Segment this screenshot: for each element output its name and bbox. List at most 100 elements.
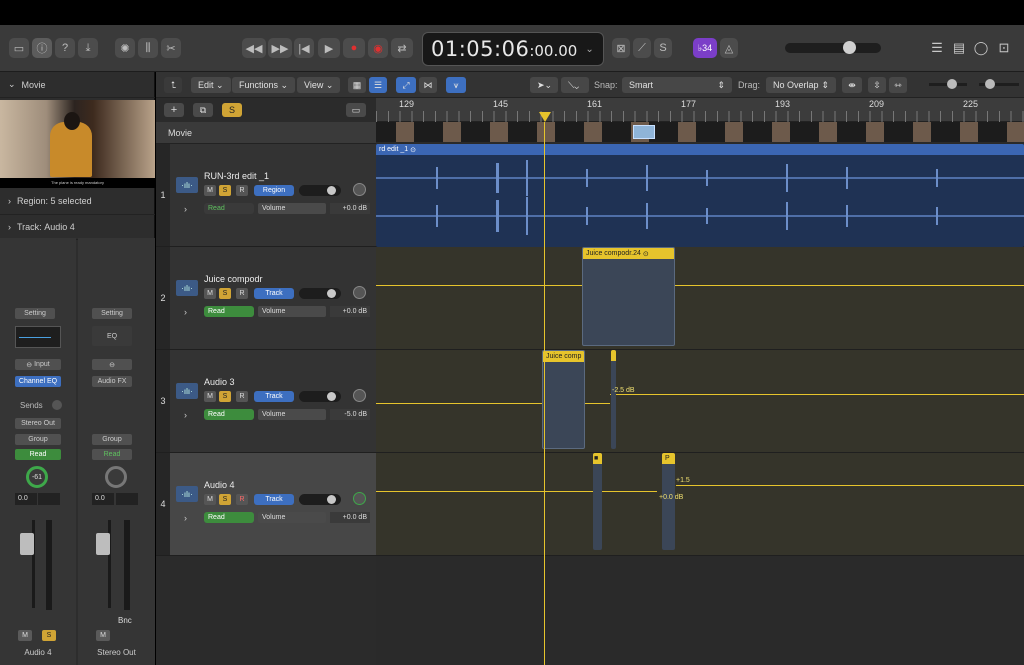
mute-button[interactable]: M <box>204 391 216 402</box>
back-icon[interactable]: ⮤ <box>164 77 182 93</box>
automation-param-select[interactable]: Volume <box>258 203 326 214</box>
pan-knob[interactable] <box>105 466 127 488</box>
track-inspector-row[interactable]: › Track: Audio 4 <box>0 215 155 240</box>
automation-param-select[interactable]: Volume <box>258 512 326 523</box>
automation-param-select[interactable]: Volume <box>258 409 326 420</box>
library-icon[interactable]: ▭ <box>9 38 29 58</box>
tuner-icon[interactable]: ⟋ <box>633 38 651 58</box>
rewind-icon[interactable]: ◀◀ <box>242 38 266 58</box>
grid-view-icon[interactable]: ▦ <box>348 77 366 93</box>
region-header[interactable]: ■ <box>593 453 602 464</box>
solo-mode-icon[interactable]: S <box>654 38 672 58</box>
flex-icon[interactable]: ⋈ <box>419 77 437 93</box>
movie-header[interactable]: ⌄ Movie <box>0 72 155 98</box>
solo-button[interactable]: S <box>42 630 56 641</box>
volume-fader[interactable] <box>96 533 110 555</box>
inspector-icon[interactable]: ⓘ <box>32 38 52 58</box>
audio-region-2[interactable]: Juice compodr.24 ⊙ <box>582 247 675 346</box>
automation-icon[interactable]: ⤢ <box>396 77 416 93</box>
pointer-tool[interactable]: ➤⌄ <box>530 77 558 93</box>
mute-button[interactable]: M <box>204 494 216 505</box>
chevron-right-icon[interactable]: › <box>184 204 187 214</box>
region-header[interactable]: rd edit _1 ⊙ <box>376 144 1024 155</box>
add-track-button[interactable]: + <box>164 103 184 117</box>
volume-slider[interactable] <box>299 288 341 299</box>
track-name[interactable]: Audio 4 <box>204 480 235 490</box>
movie-frame-selected[interactable] <box>633 125 655 139</box>
go-to-start-icon[interactable]: |◀ <box>294 38 314 58</box>
functions-menu[interactable]: Functions ⌄ <box>232 77 296 93</box>
master-volume-slider[interactable] <box>785 41 881 54</box>
mute-button[interactable]: M <box>96 630 110 641</box>
volume-slider[interactable] <box>299 391 341 402</box>
list-editors-icon[interactable]: ☰ <box>928 38 946 58</box>
count-in-button[interactable]: ♭34 <box>693 38 717 58</box>
pan-knob[interactable] <box>353 286 366 299</box>
mute-button[interactable]: M <box>18 630 32 641</box>
sends-knob[interactable] <box>52 400 62 410</box>
pan-knob[interactable]: -61 <box>26 466 48 488</box>
setting-button[interactable]: Setting <box>15 308 55 319</box>
automation-mode-button[interactable]: Track <box>254 288 294 299</box>
edit-menu[interactable]: Edit ⌄ <box>191 77 231 93</box>
browsers-icon[interactable]: ⊡ <box>995 38 1013 58</box>
snap-select[interactable]: Smart ⇕ <box>622 77 732 93</box>
ruler[interactable]: 129 145 161 177 193 209 225 <box>376 98 1024 122</box>
smart-controls-icon[interactable]: ✺ <box>115 38 135 58</box>
solo-button[interactable]: S <box>219 391 231 402</box>
automation-mode-button[interactable]: Region <box>254 185 294 196</box>
automation-read-select[interactable]: Read <box>204 409 254 420</box>
automation-read-select[interactable]: Read <box>204 306 254 317</box>
eq-thumbnail[interactable] <box>15 326 61 348</box>
lane-3[interactable]: Juice comp -2.5 dB <box>376 350 1024 453</box>
region-header[interactable]: Juice compodr.24 ⊙ <box>583 248 674 259</box>
solo-button[interactable]: S <box>219 288 231 299</box>
chevron-right-icon[interactable]: › <box>184 307 187 317</box>
group-button[interactable]: Group <box>92 434 132 445</box>
editors-icon[interactable]: ✂ <box>161 38 181 58</box>
automation-read-select[interactable]: Read <box>204 203 254 214</box>
playhead[interactable] <box>544 122 545 665</box>
automation-read-select[interactable]: Read <box>204 512 254 523</box>
lane-2[interactable]: Juice compodr.24 ⊙ <box>376 247 1024 350</box>
lane-4[interactable]: ■ P +1.5 +0.0 dB <box>376 453 1024 556</box>
waveform-zoom-icon[interactable]: ⇼ <box>842 77 862 93</box>
metronome-icon[interactable]: ◬ <box>720 38 738 58</box>
automation-mode-button[interactable]: Track <box>254 391 294 402</box>
download-icon[interactable]: ⤓ <box>78 38 98 58</box>
audio-region-4a[interactable]: ■ <box>593 453 602 550</box>
link-icon[interactable]: ⊖ <box>92 359 132 370</box>
play-icon[interactable]: ▶ <box>318 38 340 58</box>
fast-forward-icon[interactable]: ▶▶ <box>268 38 292 58</box>
record-enable-button[interactable]: R <box>236 494 248 505</box>
record-enable-button[interactable]: R <box>236 185 248 196</box>
arrange-area[interactable]: 129 145 161 177 193 209 225 rd edit _1 ⊙ <box>376 98 1024 665</box>
mixer-icon[interactable]: ⫼ <box>138 38 158 58</box>
track-header-4[interactable]: 4 ·ılı· Audio 4 M S R Track › Read Volum… <box>156 453 376 556</box>
vertical-zoom-thumb[interactable] <box>947 79 957 89</box>
global-tracks-icon[interactable]: ▭ <box>346 103 366 117</box>
duplicate-track-icon[interactable]: ⧉ <box>193 103 213 117</box>
automation-read-button[interactable]: Read <box>15 449 61 460</box>
volume-fader[interactable] <box>20 533 34 555</box>
track-name[interactable]: Audio 3 <box>204 377 235 387</box>
horizontal-fit-icon[interactable]: ⇿ <box>889 77 907 93</box>
setting-button[interactable]: Setting <box>92 308 132 319</box>
audio-region-4b[interactable]: P <box>662 453 675 550</box>
track-header-3[interactable]: 3 ·ılı· Audio 3 M S R Track › Read Volum… <box>156 350 376 453</box>
solo-button[interactable]: S <box>219 494 231 505</box>
channel-eq-slot[interactable]: Channel EQ <box>15 376 61 387</box>
pan-knob[interactable] <box>353 183 366 196</box>
solo-button[interactable]: S <box>219 185 231 196</box>
region-header[interactable]: Juice comp <box>543 351 584 362</box>
record-enable-button[interactable]: R <box>236 391 248 402</box>
capture-record-icon[interactable]: ◉ <box>368 38 388 58</box>
volume-slider[interactable] <box>299 185 341 196</box>
replace-icon[interactable]: ⊠ <box>612 38 630 58</box>
audio-region-1[interactable]: rd edit _1 ⊙ <box>376 144 1024 247</box>
mute-button[interactable]: M <box>204 185 216 196</box>
help-icon[interactable]: ? <box>55 38 75 58</box>
output-button[interactable]: Stereo Out <box>15 418 61 429</box>
horizontal-zoom-thumb[interactable] <box>985 79 995 89</box>
region-header[interactable]: P <box>662 453 675 464</box>
